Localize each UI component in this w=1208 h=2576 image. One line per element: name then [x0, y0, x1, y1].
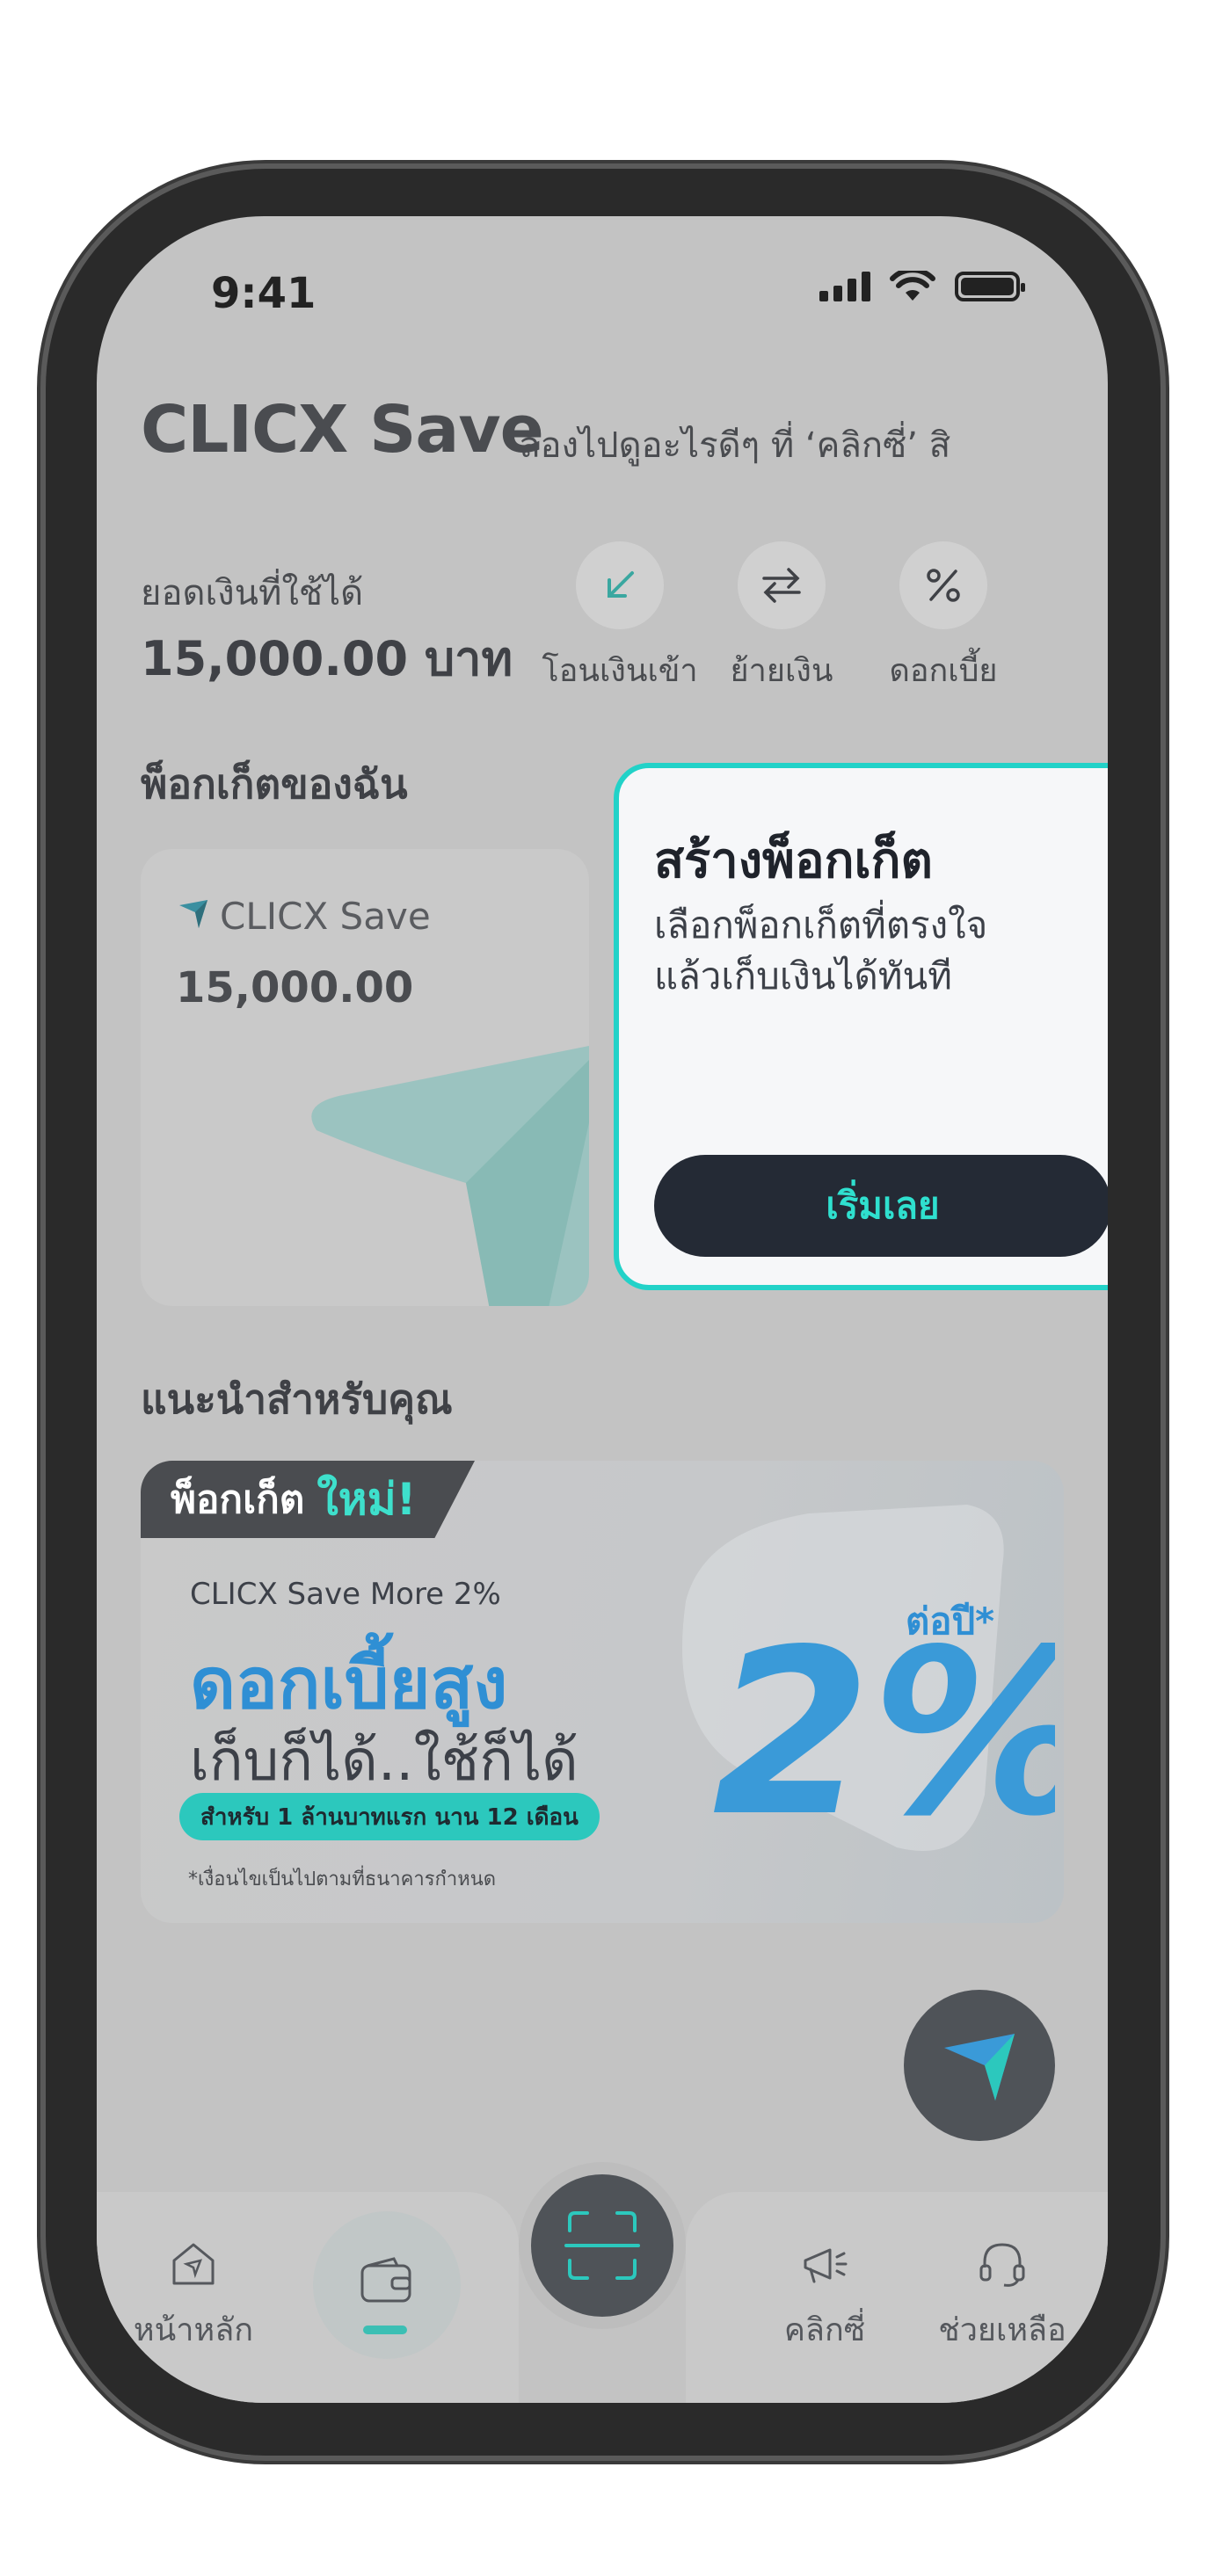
- interest-button[interactable]: ดอกเบี้ย: [860, 541, 1027, 695]
- pocket-name: CLICX Save: [220, 895, 431, 938]
- pocket-amount: 15,000.00: [176, 963, 414, 1012]
- status-icons: [819, 271, 1025, 302]
- clicx-watermark-icon: [311, 1046, 589, 1306]
- nav-clicx-label: คลิกซี่: [783, 2312, 866, 2348]
- clicx-logo-icon: [179, 900, 207, 928]
- clicx-floating-button[interactable]: [904, 1990, 1055, 2141]
- pocket-card[interactable]: CLICX Save 15,000.00: [141, 849, 589, 1306]
- nav-home[interactable]: หน้าหลัก: [106, 2238, 281, 2355]
- signal-icon: [819, 272, 870, 301]
- create-pocket-desc-line1: เลือกพ็อกเก็ตที่ตรงใจ: [654, 903, 988, 947]
- headset-icon: [979, 2243, 1025, 2287]
- banner-pill: สำหรับ 1 ล้านบาทแรก นาน 12 เดือน: [179, 1793, 600, 1840]
- clicx-logo-icon: [944, 2034, 1015, 2101]
- nav-help[interactable]: ช่วยเหลือ: [914, 2238, 1090, 2355]
- create-pocket-card: สร้างพ็อกเก็ต เลือกพ็อกเก็ตที่ตรงใจ แล้ว…: [614, 763, 1108, 1290]
- status-time: 9:41: [211, 269, 317, 318]
- move-money-label: ย้ายเงิน: [730, 653, 833, 689]
- banner-note: *เงื่อนไขเป็นไปตามที่ธนาคารกำหนด: [188, 1869, 497, 1890]
- two-percent-graphic: 2%: [682, 1505, 1055, 1867]
- scan-icon: [564, 2211, 640, 2280]
- banner-subtitle: CLICX Save More 2%: [190, 1577, 501, 1612]
- nav-active-indicator: [363, 2326, 407, 2334]
- banner-tag-prefix: พ็อกเก็ต: [171, 1477, 305, 1522]
- interest-label: ดอกเบี้ย: [889, 653, 998, 689]
- arrow-down-left-icon: [576, 541, 664, 629]
- recommend-title: แนะนำสำหรับคุณ: [141, 1375, 453, 1423]
- move-money-button[interactable]: ย้ายเงิน: [698, 541, 865, 695]
- deposit-label: โอนเงินเข้า: [542, 653, 698, 689]
- promo-banner[interactable]: พ็อกเก็ต ใหม่! CLICX Save More 2% ดอกเบี…: [141, 1461, 1064, 1923]
- create-pocket-description: เลือกพ็อกเก็ตที่ตรงใจ แล้วเก็บเงินได้ทัน…: [654, 900, 1108, 1002]
- swap-arrows-icon: [738, 541, 826, 629]
- banner-tag: พ็อกเก็ต ใหม่!: [141, 1461, 475, 1538]
- scan-button[interactable]: [519, 2162, 686, 2329]
- nav-help-label: ช่วยเหลือ: [938, 2312, 1066, 2348]
- nav-clicx[interactable]: คลิกซี่: [737, 2238, 913, 2355]
- my-pockets-title: พ็อกเก็ตของฉัน: [141, 760, 408, 808]
- nav-home-label: หน้าหลัก: [133, 2312, 254, 2348]
- balance-label: ยอดเงินที่ใช้ได้: [141, 573, 364, 613]
- banner-tag-highlight: ใหม่!: [317, 1473, 417, 1525]
- megaphone-icon: [804, 2248, 848, 2283]
- wallet-icon: [360, 2257, 411, 2303]
- wifi-icon: [890, 271, 935, 301]
- banner-per-year: ต่อปี*: [906, 1600, 995, 1643]
- battery-icon: [955, 272, 1025, 301]
- balance-value: 15,000.00 บาท: [141, 631, 513, 686]
- deposit-button[interactable]: โอนเงินเข้า: [536, 541, 703, 695]
- start-button[interactable]: เริ่มเลย: [654, 1155, 1108, 1257]
- banner-line2: เก็บก็ได้..ใช้ก็ได้: [190, 1729, 579, 1794]
- phone-screen: 9:41 CLICX Save ลองไปดูอะไรดีๆ ที่ ‘คลิก…: [97, 216, 1108, 2403]
- create-pocket-title: สร้างพ็อกเก็ต: [654, 832, 933, 889]
- create-pocket-desc-line2: แล้วเก็บเงินได้ทันที: [654, 954, 952, 998]
- home-icon: [172, 2243, 215, 2285]
- big-two-percent-text: 2%: [712, 1601, 1055, 1867]
- percent-icon: [899, 541, 987, 629]
- app-title: CLICX Save: [141, 392, 544, 468]
- app-tagline: ลองไปดูอะไรดีๆ ที่ ‘คลิกซี่’ สิ: [519, 425, 951, 466]
